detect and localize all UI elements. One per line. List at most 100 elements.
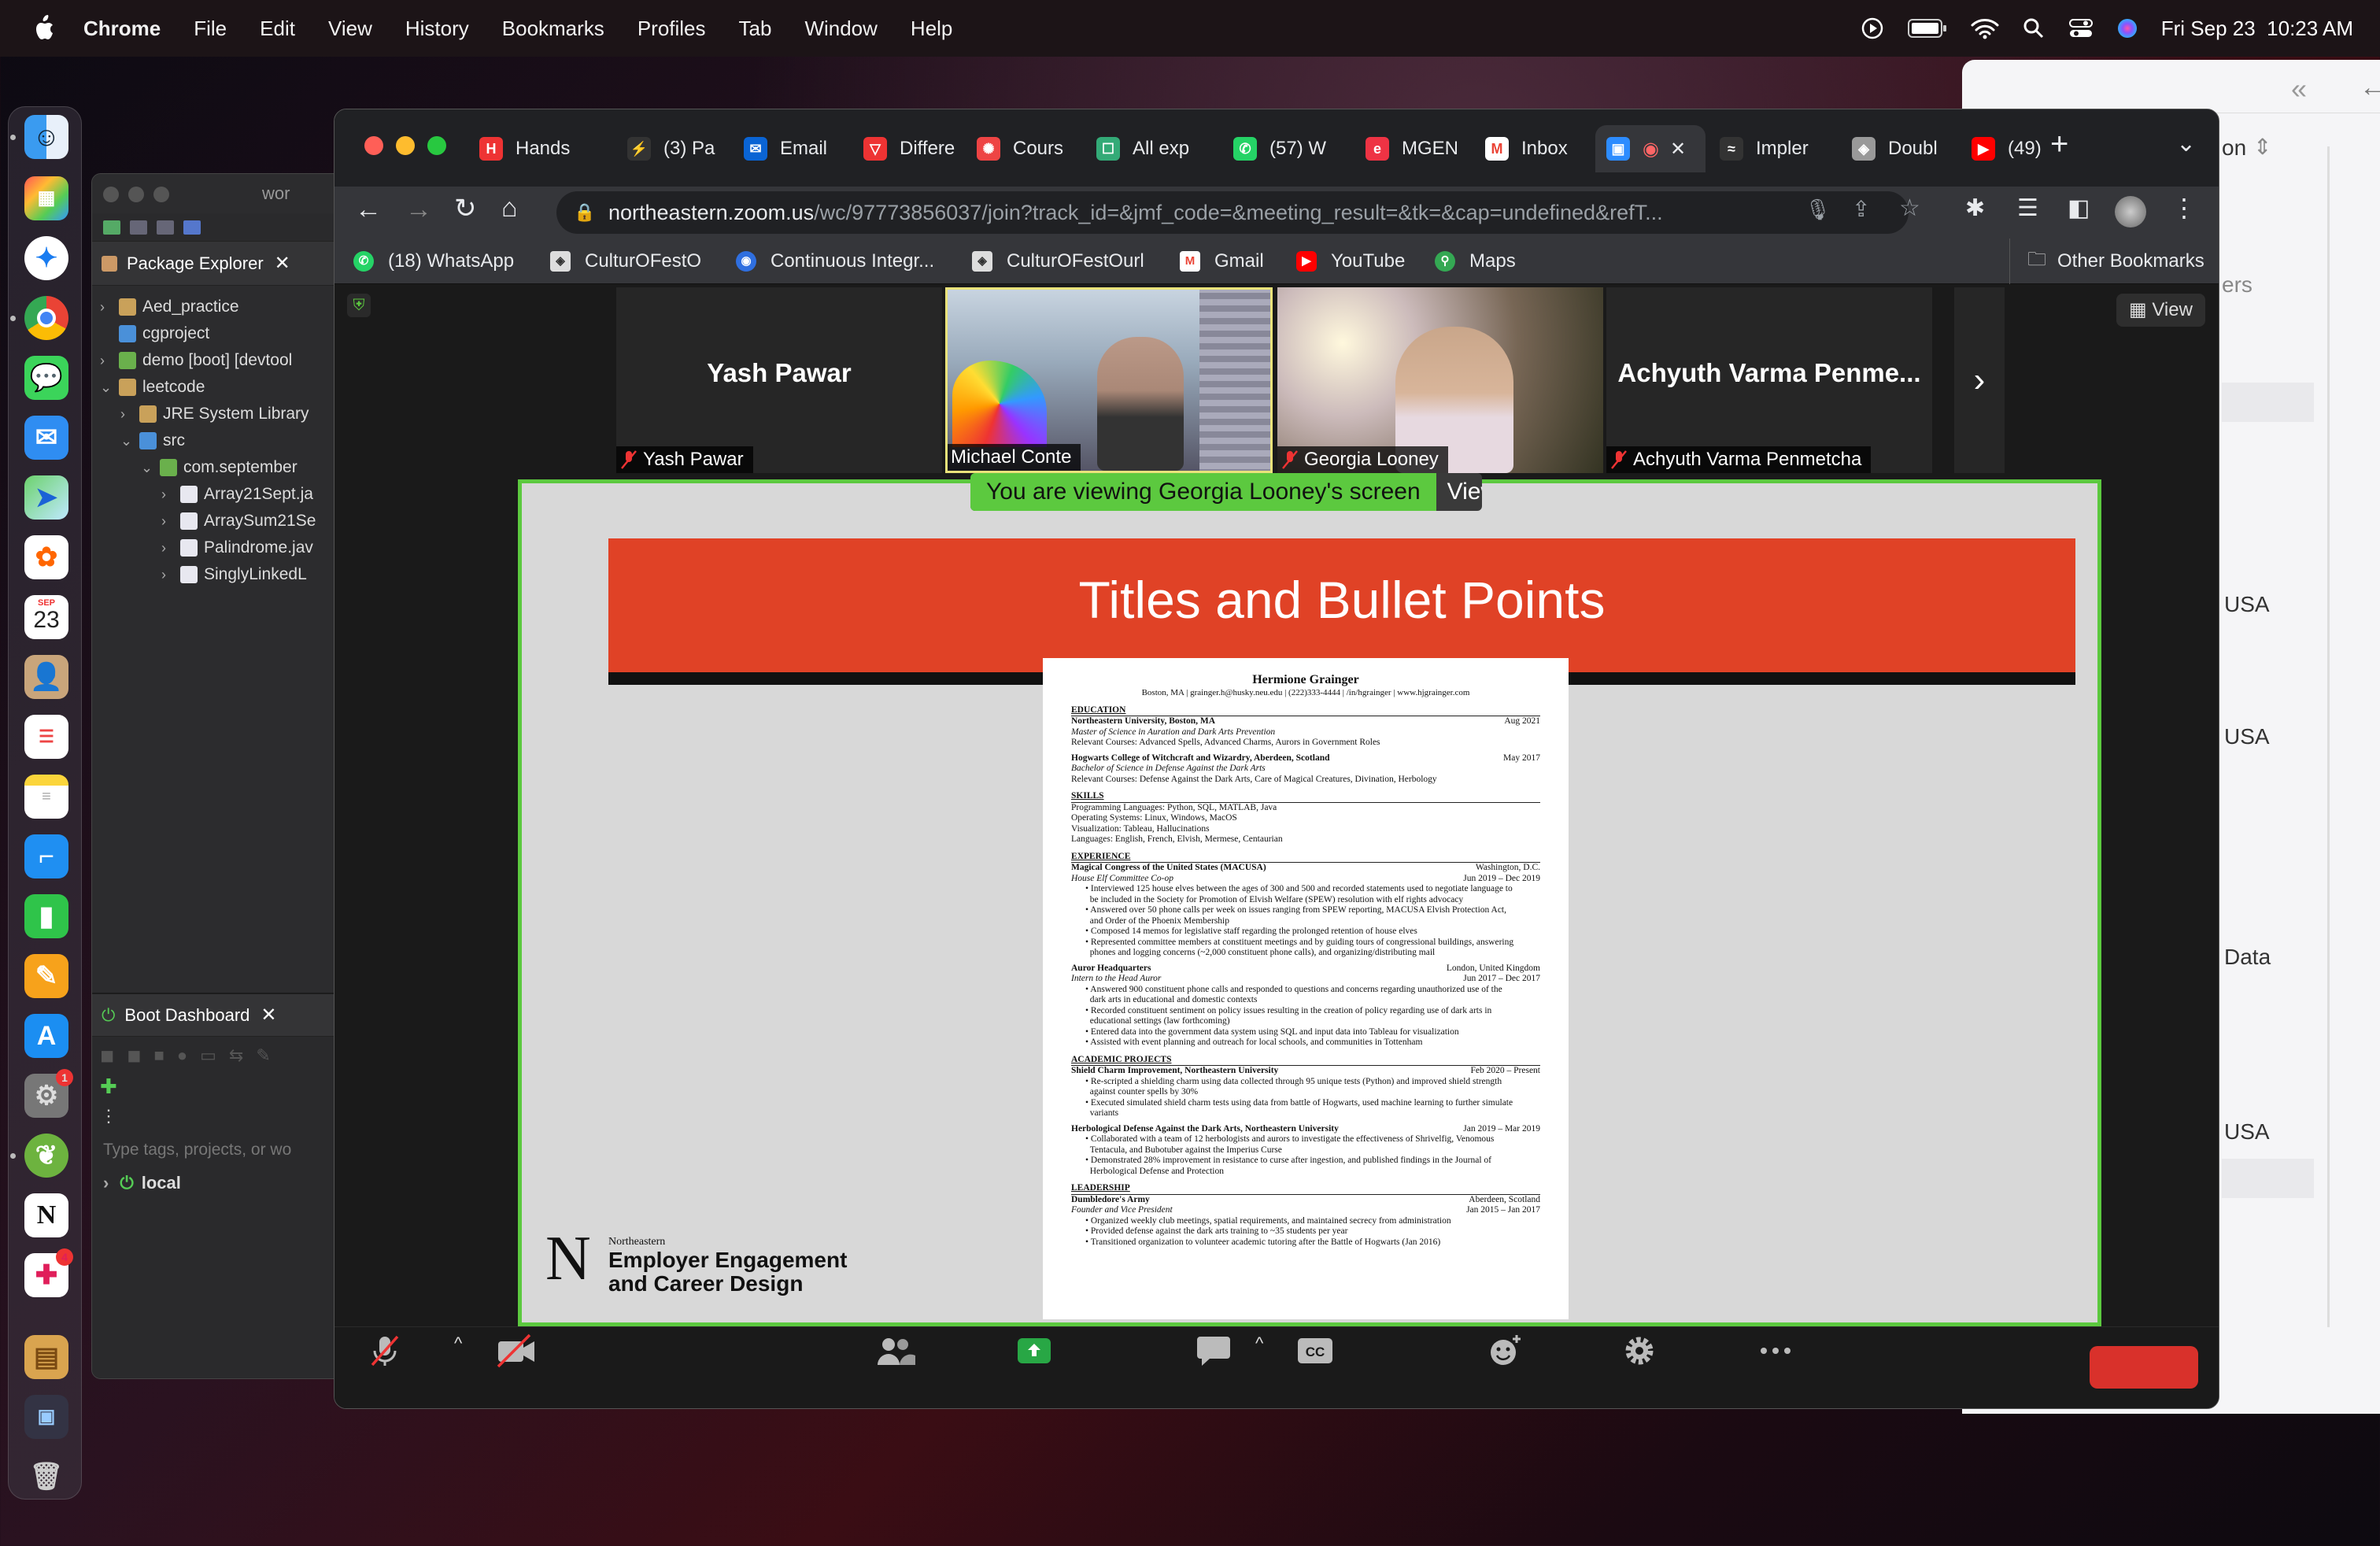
- browser-tab[interactable]: e MGEN: [1366, 125, 1477, 172]
- expand-arrow-icon[interactable]: ›: [161, 540, 180, 557]
- bookmark-star-icon[interactable]: ☆: [1899, 194, 1920, 222]
- browser-tab[interactable]: ▽ Differe: [863, 125, 969, 172]
- maximize-window-button[interactable]: [427, 136, 446, 155]
- tree-item[interactable]: ⌄ com.september: [92, 454, 353, 481]
- participants-button[interactable]: [874, 1333, 917, 1374]
- close-tab-icon[interactable]: ✕: [1670, 138, 1686, 161]
- zoom-light[interactable]: [153, 187, 169, 202]
- menu-window[interactable]: Window: [804, 17, 877, 41]
- bookmark-gmail[interactable]: M Gmail: [1180, 239, 1264, 284]
- reminders-icon[interactable]: ☰: [24, 715, 68, 759]
- debug-icon[interactable]: ◼: [127, 1045, 141, 1066]
- keynote-icon[interactable]: ⌐: [24, 834, 68, 878]
- more-button[interactable]: [1757, 1333, 1794, 1374]
- chat-button[interactable]: [1196, 1333, 1232, 1374]
- bookmark-whatsapp[interactable]: ✆ (18) WhatsApp: [353, 239, 514, 284]
- new-tab-button[interactable]: +: [2050, 127, 2068, 162]
- bookmark-maps[interactable]: ⚲ Maps: [1435, 239, 1516, 284]
- contacts-icon[interactable]: 👤: [24, 655, 68, 699]
- next-page-button[interactable]: ›: [1954, 287, 2005, 473]
- start-video-button[interactable]: [495, 1333, 538, 1374]
- participant-tile-video[interactable]: Michael Conte: [945, 287, 1273, 473]
- participant-tile[interactable]: Achyuth Varma Penme... Achyuth Varma Pen…: [1606, 287, 1932, 473]
- menu-tab[interactable]: Tab: [739, 17, 772, 41]
- stop-icon[interactable]: ■: [154, 1045, 164, 1066]
- close-light[interactable]: [103, 187, 119, 202]
- system-preferences-icon[interactable]: ⚙ 1: [24, 1069, 73, 1118]
- filter-input[interactable]: Type tags, projects, or wo: [92, 1133, 353, 1167]
- console-icon[interactable]: ▭: [200, 1045, 216, 1066]
- tree-item[interactable]: ⌄ src: [92, 427, 353, 454]
- menu-app-name[interactable]: Chrome: [83, 17, 161, 41]
- slack-icon[interactable]: ✚ 4: [24, 1248, 73, 1297]
- close-window-button[interactable]: [364, 136, 383, 155]
- toolbar-run-icon[interactable]: [183, 220, 201, 235]
- open-icon[interactable]: ●: [177, 1045, 187, 1066]
- participant-tile-video[interactable]: Georgia Looney: [1277, 287, 1603, 473]
- calendar-icon[interactable]: SEP 23: [24, 595, 68, 639]
- minimize-light[interactable]: [128, 187, 144, 202]
- settings-button[interactable]: [1622, 1333, 1657, 1374]
- participant-tile[interactable]: Yash Pawar Yash Pawar: [616, 287, 942, 473]
- expand-arrow-icon[interactable]: ›: [100, 353, 119, 369]
- toolbar-new-icon[interactable]: [103, 220, 120, 235]
- local-node[interactable]: › ⏻ local: [92, 1167, 353, 1199]
- menu-bookmarks[interactable]: Bookmarks: [502, 17, 604, 41]
- updown-icon[interactable]: ⇕: [2253, 134, 2271, 160]
- back-icon[interactable]: ←: [355, 194, 382, 225]
- menu-view[interactable]: View: [328, 17, 372, 41]
- expand-arrow-icon[interactable]: ⌄: [100, 379, 119, 396]
- tree-item[interactable]: › JRE System Library: [92, 401, 353, 427]
- browser-tab[interactable]: ⚡ (3) Pa: [627, 125, 736, 172]
- expand-arrow-icon[interactable]: ⌄: [141, 460, 160, 476]
- boot-dashboard-tab[interactable]: ⏻ Boot Dashboard ✕: [92, 994, 353, 1037]
- menu-profiles[interactable]: Profiles: [638, 17, 706, 41]
- double-chevron-left-icon[interactable]: «: [2291, 72, 2307, 105]
- side-panel-icon[interactable]: ◧: [2068, 194, 2090, 222]
- forward-icon[interactable]: →: [405, 194, 432, 225]
- tree-item[interactable]: ⌄ leetcode: [92, 374, 353, 401]
- package-explorer-tab[interactable]: Package Explorer ✕: [92, 242, 353, 286]
- menu-file[interactable]: File: [194, 17, 227, 41]
- arrow-left-icon[interactable]: ←: [2360, 72, 2380, 103]
- expand-arrow-icon[interactable]: ›: [120, 406, 139, 423]
- spotlight-search-icon[interactable]: [2023, 17, 2045, 39]
- tree-item[interactable]: › demo [boot] [devtool: [92, 347, 353, 374]
- minimize-window-button[interactable]: [396, 136, 415, 155]
- tree-item[interactable]: › Palindrome.jav: [92, 534, 353, 561]
- reactions-button[interactable]: [1487, 1333, 1523, 1374]
- tree-item[interactable]: › SinglyLinkedL: [92, 561, 353, 588]
- bookmark-culturofesto[interactable]: ◈ CulturOFestO: [550, 239, 701, 284]
- extensions-icon[interactable]: ✱: [1965, 194, 1985, 222]
- apple-logo-icon[interactable]: [31, 15, 55, 42]
- bookmark-culturofestourl[interactable]: ◈ CulturOFestOurl: [972, 239, 1144, 284]
- share-screen-button[interactable]: [1016, 1333, 1052, 1374]
- tree-item[interactable]: › Aed_practice: [92, 294, 353, 320]
- menu-edit[interactable]: Edit: [260, 17, 295, 41]
- expand-arrow-icon[interactable]: ›: [161, 486, 180, 503]
- chat-options-caret-icon[interactable]: ^: [1255, 1333, 1263, 1354]
- menubar-clock[interactable]: Fri Sep 23 10:23 AM: [2161, 17, 2353, 41]
- menu-help[interactable]: Help: [911, 17, 952, 41]
- numbers-icon[interactable]: ▮: [24, 894, 68, 938]
- spring-tools-icon[interactable]: ❦: [24, 1134, 68, 1178]
- control-center-icon[interactable]: [2068, 17, 2094, 39]
- close-icon[interactable]: ✕: [261, 1004, 276, 1026]
- close-icon[interactable]: ✕: [275, 252, 290, 275]
- menu-kebab-icon[interactable]: ⋮: [2171, 193, 2197, 223]
- screen-window-icon[interactable]: ▣: [24, 1395, 68, 1439]
- reading-list-icon[interactable]: ☰: [2017, 194, 2038, 222]
- reload-icon[interactable]: ↻: [454, 193, 477, 224]
- toolbar-print-icon[interactable]: [157, 220, 174, 235]
- unmute-button[interactable]: [368, 1333, 402, 1374]
- mail-icon[interactable]: ✉: [24, 416, 68, 460]
- add-icon[interactable]: ✚: [92, 1074, 353, 1106]
- refresh-icon[interactable]: ⇆: [229, 1045, 243, 1066]
- tree-item[interactable]: cgproject: [92, 320, 353, 347]
- start-icon[interactable]: ◼: [100, 1045, 114, 1066]
- browser-tab[interactable]: ✉ Email: [744, 125, 856, 172]
- app-store-icon[interactable]: A: [24, 1014, 68, 1058]
- expand-arrow-icon[interactable]: ›: [161, 567, 180, 583]
- tree-item[interactable]: › ArraySum21Se: [92, 508, 353, 534]
- browser-tab[interactable]: ☐ All exp: [1096, 125, 1225, 172]
